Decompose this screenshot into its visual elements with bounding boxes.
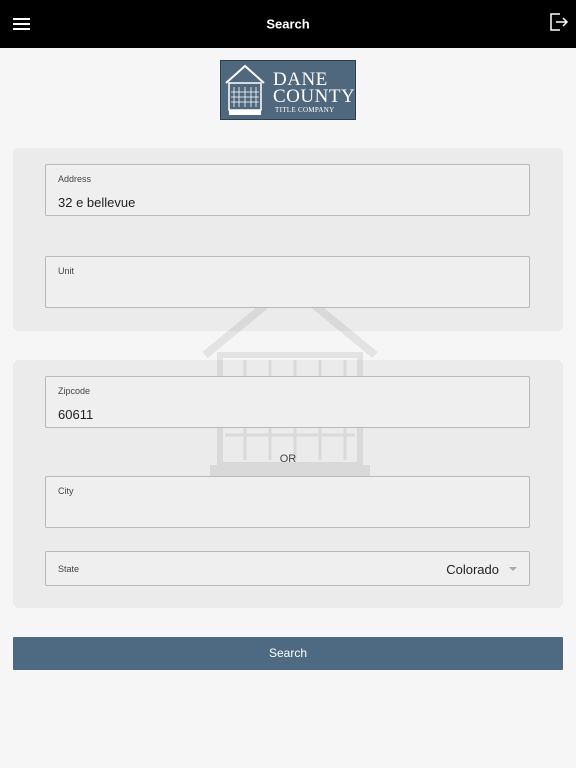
page-title: Search: [266, 16, 310, 32]
or-divider-text: OR: [279, 453, 297, 465]
unit-label: Unit: [58, 266, 75, 276]
city-field[interactable]: City: [45, 476, 530, 528]
state-select[interactable]: State Colorado: [45, 551, 530, 586]
logo-text-title-company: TITLE COMPANY: [275, 106, 335, 114]
unit-field[interactable]: Unit: [45, 256, 530, 308]
zipcode-label: Zipcode: [58, 386, 91, 396]
state-selected-value[interactable]: Colorado: [446, 562, 499, 577]
address-input[interactable]: 32 e bellevue: [58, 195, 135, 210]
chevron-down-icon[interactable]: [509, 567, 517, 571]
house-logo-icon: [225, 64, 265, 115]
zipcode-input[interactable]: 60611: [58, 407, 93, 422]
address-label: Address: [58, 174, 92, 184]
logo-text-county: COUNTY: [273, 86, 356, 107]
logout-icon[interactable]: [549, 13, 569, 31]
state-label: State: [58, 564, 80, 574]
zipcode-field[interactable]: Zipcode 60611: [45, 376, 530, 428]
city-label: City: [58, 486, 74, 496]
company-logo: DANE COUNTY TITLE COMPANY: [220, 60, 356, 120]
search-button[interactable]: Search: [13, 637, 563, 670]
address-field[interactable]: Address 32 e bellevue: [45, 164, 530, 216]
top-bar: Search: [0, 0, 576, 48]
